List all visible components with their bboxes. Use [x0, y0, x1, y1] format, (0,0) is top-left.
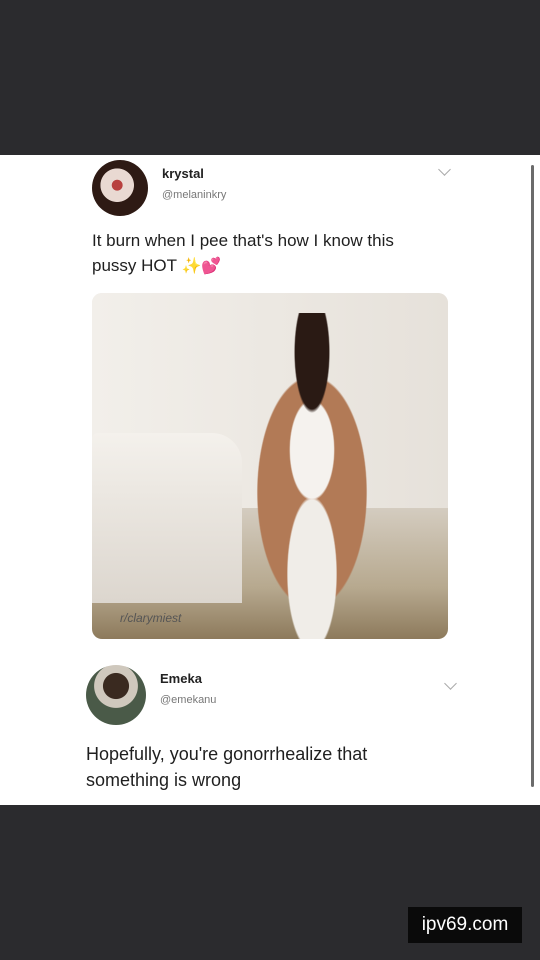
chevron-down-icon[interactable]	[444, 677, 457, 690]
post-text: It burn when I pee that's how I know thi…	[92, 228, 394, 279]
handle: @emekanu	[160, 694, 217, 706]
photo-subject	[227, 313, 397, 639]
post-text-line: Hopefully, you're gonorrhealize that	[86, 744, 368, 764]
post-text-line: something is wrong	[86, 770, 242, 790]
author-info: krystal @melaninkry	[162, 166, 226, 201]
photo-caption: r/clarymiest	[120, 611, 182, 625]
handle: @melaninkry	[162, 189, 227, 201]
display-name[interactable]: krystal	[162, 166, 226, 181]
emoji: ✨💕	[181, 258, 222, 275]
chevron-down-icon[interactable]	[438, 163, 451, 176]
post-text-line: pussy HOT	[92, 256, 177, 275]
post-text-line: It burn when I pee that's how I know thi…	[92, 231, 394, 250]
screenshot-card: krystal @melaninkry It burn when I pee t…	[0, 155, 540, 805]
post-text: Hopefully, you're gonorrhealize that som…	[86, 741, 367, 793]
post-header: Emeka @emekanu	[86, 665, 216, 725]
post-photo[interactable]: r/clarymiest	[92, 293, 448, 639]
scrollbar[interactable]	[531, 165, 534, 787]
display-name[interactable]: Emeka	[160, 671, 216, 686]
photo-bed	[92, 433, 242, 603]
avatar[interactable]	[92, 160, 148, 216]
avatar[interactable]	[86, 665, 146, 725]
author-info: Emeka @emekanu	[160, 671, 216, 706]
post-header: krystal @melaninkry	[92, 160, 226, 216]
watermark-label: ipv69.com	[408, 907, 522, 943]
